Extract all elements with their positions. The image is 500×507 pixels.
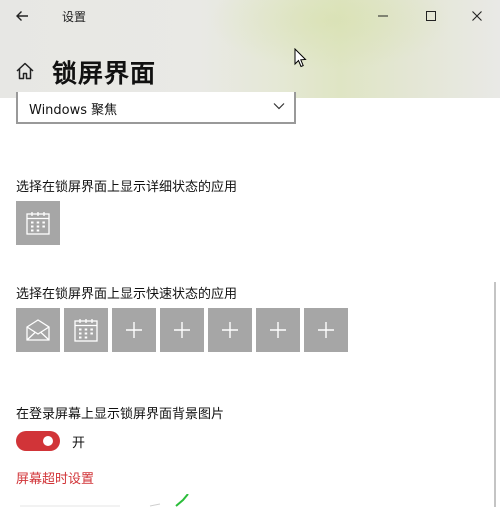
quick-status-add-slot[interactable] xyxy=(208,308,252,352)
mail-icon xyxy=(26,319,50,341)
detailed-status-label: 选择在锁屏界面上显示详细状态的应用 xyxy=(16,180,238,195)
toggle-state-text: 开 xyxy=(72,436,86,451)
quick-status-label: 选择在锁屏界面上显示快速状态的应用 xyxy=(16,287,238,302)
background-dropdown-value: Windows 聚焦 xyxy=(29,103,118,118)
detailed-status-app-calendar[interactable] xyxy=(16,201,60,245)
signin-background-toggle[interactable] xyxy=(16,431,60,451)
page-header: 锁屏界面 xyxy=(0,52,500,92)
calendar-icon xyxy=(74,319,98,342)
plus-icon xyxy=(318,322,334,338)
plus-icon xyxy=(126,322,142,338)
signin-background-label: 在登录屏幕上显示锁屏界面背景图片 xyxy=(16,407,225,422)
maximize-icon xyxy=(426,11,436,21)
back-button[interactable] xyxy=(6,2,38,30)
mouse-cursor-icon xyxy=(294,48,307,68)
close-button[interactable] xyxy=(454,0,500,32)
app-title: 设置 xyxy=(62,10,87,24)
toggle-knob xyxy=(43,436,53,446)
minimize-icon xyxy=(378,15,388,17)
quick-status-add-slot[interactable] xyxy=(304,308,348,352)
home-icon[interactable] xyxy=(14,60,36,82)
quick-status-app-mail[interactable] xyxy=(16,308,60,352)
calendar-icon xyxy=(26,212,50,235)
scrollbar[interactable] xyxy=(494,282,496,507)
plus-icon xyxy=(174,322,190,338)
plus-icon xyxy=(222,322,238,338)
minimize-button[interactable] xyxy=(360,0,406,32)
quick-status-add-slot[interactable] xyxy=(160,308,204,352)
close-icon xyxy=(472,11,482,21)
partially-visible-content xyxy=(20,494,189,507)
back-arrow-icon xyxy=(16,11,28,21)
title-bar: 设置 xyxy=(0,0,500,32)
quick-status-add-slot[interactable] xyxy=(112,308,156,352)
maximize-button[interactable] xyxy=(408,0,454,32)
header: 设置 锁屏界面 xyxy=(0,0,500,98)
plus-icon xyxy=(270,322,286,338)
chevron-down-icon xyxy=(273,103,285,110)
quick-status-app-calendar[interactable] xyxy=(64,308,108,352)
quick-status-add-slot[interactable] xyxy=(256,308,300,352)
background-dropdown[interactable]: Windows 聚焦 xyxy=(16,92,296,124)
screen-timeout-link[interactable]: 屏幕超时设置 xyxy=(16,468,94,487)
page-title: 锁屏界面 xyxy=(52,59,157,88)
